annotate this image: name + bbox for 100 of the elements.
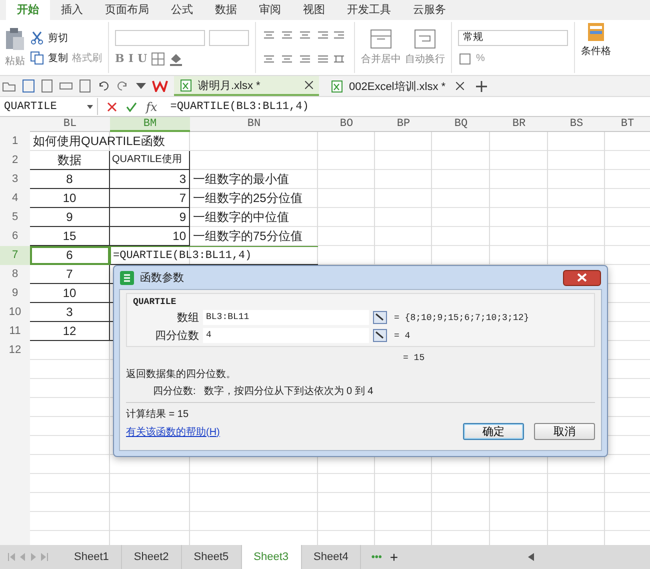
table-cell: 3 bbox=[110, 170, 190, 189]
merge-cells-icon[interactable] bbox=[370, 29, 392, 49]
column-header[interactable]: BR bbox=[490, 117, 548, 132]
close-button[interactable] bbox=[563, 270, 601, 286]
menu-tab[interactable]: 公式 bbox=[160, 0, 204, 20]
row-header[interactable]: 5 bbox=[0, 208, 30, 227]
note-cell-text: 一组数字的中位值 bbox=[192, 209, 290, 226]
menu-tab[interactable]: 视图 bbox=[292, 0, 336, 20]
scroll-left-icon[interactable] bbox=[528, 553, 534, 561]
close-icon[interactable] bbox=[456, 82, 464, 90]
font-name-field[interactable] bbox=[115, 30, 205, 46]
cancel-icon[interactable] bbox=[107, 102, 117, 112]
argument-field[interactable]: 4 bbox=[203, 328, 369, 343]
column-header[interactable]: BP bbox=[375, 117, 432, 132]
function-description: 返回数据集的四分位数。 bbox=[126, 368, 237, 381]
ok-button[interactable]: 确定 bbox=[463, 423, 524, 440]
table-cell: 10 bbox=[30, 284, 110, 303]
range-select-icon[interactable] bbox=[373, 311, 387, 324]
copy-icon[interactable] bbox=[30, 50, 44, 64]
add-sheet-button[interactable]: + bbox=[390, 549, 398, 565]
argument-help: 数字，按四分位从下到达依次为 0 到 4 bbox=[204, 384, 374, 398]
argument-help-label: 四分位数: bbox=[153, 385, 196, 398]
row-header[interactable]: 12 bbox=[0, 341, 30, 360]
insert-function-button[interactable]: fx bbox=[146, 100, 158, 114]
wps-logo-icon bbox=[152, 80, 168, 92]
close-icon[interactable] bbox=[305, 81, 313, 89]
scissors-icon[interactable] bbox=[30, 30, 44, 44]
range-select-icon[interactable] bbox=[373, 329, 387, 342]
paste-button[interactable]: 粘贴 bbox=[5, 54, 25, 68]
table-cell: 6 bbox=[30, 246, 110, 265]
table-cell: 3 bbox=[30, 303, 110, 322]
table-cell: 9 bbox=[110, 208, 190, 227]
table-header-cell: 数据 bbox=[30, 151, 110, 170]
document-tab[interactable]: 002Excel培训.xlsx * bbox=[325, 76, 470, 96]
new-tab-icon[interactable] bbox=[476, 80, 487, 92]
row-header[interactable]: 10 bbox=[0, 303, 30, 322]
spreadsheet-file-icon bbox=[180, 78, 192, 92]
table-header-cell: QUARTILE使用 bbox=[110, 151, 190, 170]
menu-tab[interactable]: 开始 bbox=[6, 0, 50, 20]
calculation-result: 计算结果 = 15 bbox=[126, 408, 190, 421]
spreadsheet-app-icon bbox=[120, 270, 134, 284]
font-style-button[interactable]: U bbox=[137, 52, 148, 65]
help-link[interactable]: 有关该函数的帮助(H) bbox=[126, 424, 220, 438]
note-cell-text: 一组数字的75分位值 bbox=[192, 228, 304, 245]
clipboard-icon[interactable] bbox=[4, 27, 26, 51]
wrap-text-icon[interactable] bbox=[414, 29, 436, 49]
cell-editor[interactable]: =QUARTILE(BL3:BL11,4) bbox=[110, 246, 318, 265]
conditional-format-icon[interactable] bbox=[586, 22, 606, 42]
argument-result: = 4 bbox=[394, 330, 410, 340]
table-cell: 12 bbox=[30, 322, 110, 341]
row-header[interactable]: 3 bbox=[0, 170, 30, 189]
row-header[interactable]: 11 bbox=[0, 322, 30, 341]
menu-tab[interactable]: 数据 bbox=[204, 0, 248, 20]
column-header[interactable]: BQ bbox=[432, 117, 490, 132]
column-header[interactable]: BO bbox=[318, 117, 375, 132]
check-icon[interactable] bbox=[126, 102, 137, 112]
table-cell: 7 bbox=[30, 265, 110, 284]
row-header[interactable]: 2 bbox=[0, 151, 30, 170]
row-header[interactable]: 1 bbox=[0, 132, 30, 151]
row-header[interactable]: 9 bbox=[0, 284, 30, 303]
border-icon[interactable] bbox=[151, 52, 166, 66]
column-header[interactable]: BT bbox=[605, 117, 650, 132]
font-style-button[interactable]: I bbox=[128, 52, 134, 65]
cancel-button[interactable]: 取消 bbox=[534, 423, 595, 440]
menu-tab[interactable]: 云服务 bbox=[402, 0, 457, 20]
font-size-field[interactable] bbox=[209, 30, 249, 46]
table-cell: 10 bbox=[110, 227, 190, 246]
table-cell: 9 bbox=[30, 208, 110, 227]
row-header[interactable]: 4 bbox=[0, 189, 30, 208]
column-header[interactable]: BN bbox=[190, 117, 318, 132]
sheet-tab[interactable]: Sheet4 bbox=[302, 545, 362, 569]
document-tab[interactable]: 谢明月.xlsx * bbox=[174, 76, 319, 96]
menu-tab[interactable]: 页面布局 bbox=[94, 0, 160, 20]
dropdown-caret-icon[interactable] bbox=[136, 83, 146, 89]
note-cell-text: 一组数字的最小值 bbox=[192, 171, 290, 188]
menu-tab[interactable]: 审阅 bbox=[248, 0, 292, 20]
cut-button[interactable]: 剪切 bbox=[48, 30, 68, 44]
font-style-button[interactable]: B bbox=[115, 52, 124, 65]
merge-center-button[interactable]: 合并居中 bbox=[361, 52, 401, 66]
sheet-tab[interactable]: Sheet1 bbox=[62, 545, 122, 569]
wrap-text-button[interactable]: 自动换行 bbox=[405, 52, 445, 66]
argument-label: 四分位数 bbox=[154, 329, 199, 343]
column-header[interactable]: BS bbox=[548, 117, 605, 132]
fill-color-icon[interactable] bbox=[169, 52, 184, 66]
number-format-field[interactable]: 常规 bbox=[458, 30, 568, 46]
row-header[interactable]: 6 bbox=[0, 227, 30, 246]
table-cell: 10 bbox=[30, 189, 110, 208]
conditional-format-button[interactable]: 条件格 bbox=[581, 44, 611, 58]
sheet-tab[interactable]: Sheet3 bbox=[242, 545, 302, 569]
menu-tab[interactable]: 开发工具 bbox=[336, 0, 402, 20]
table-cell: 15 bbox=[30, 227, 110, 246]
argument-field[interactable]: BL3:BL11 bbox=[203, 310, 369, 325]
function-name: QUARTILE bbox=[133, 297, 178, 307]
sheet-tab[interactable]: Sheet2 bbox=[122, 545, 182, 569]
menu-tab[interactable]: 插入 bbox=[50, 0, 94, 20]
name-box[interactable]: QUARTILE bbox=[0, 98, 98, 115]
formula-field[interactable]: =QUARTILE(BL3:BL11,4) bbox=[170, 100, 309, 112]
argument-label: 数组 bbox=[176, 311, 199, 325]
copy-button[interactable]: 复制 bbox=[48, 50, 68, 64]
row-header[interactable]: 8 bbox=[0, 265, 30, 284]
